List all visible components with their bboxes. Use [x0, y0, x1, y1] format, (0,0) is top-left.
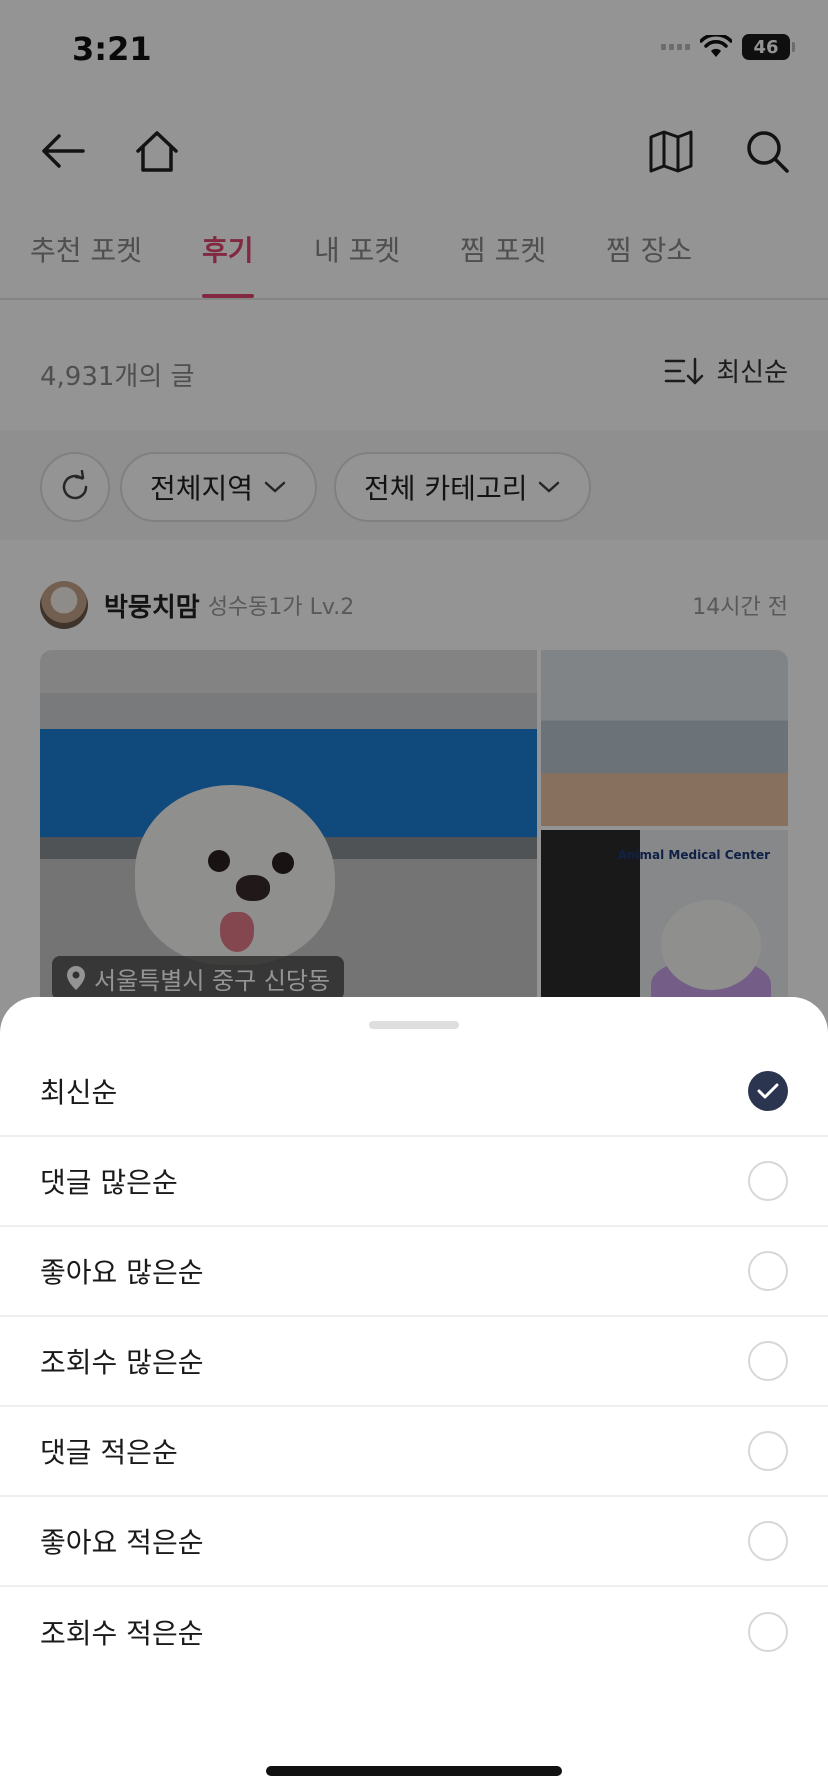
sort-option-label: 조회수 적은순	[40, 1617, 204, 1650]
home-indicator[interactable]	[266, 1766, 562, 1776]
sheet-handle[interactable]	[369, 1021, 459, 1029]
radio-icon	[748, 1431, 788, 1471]
sort-option-most-views[interactable]: 조회수 많은순	[0, 1317, 828, 1407]
sort-option-label: 좋아요 적은순	[40, 1526, 204, 1559]
sort-bottom-sheet: 최신순 댓글 많은순 좋아요 많은순 조회수 많은순 댓글 적은순 좋아요 적은…	[0, 997, 828, 1792]
check-icon	[748, 1071, 788, 1111]
sort-option-label: 조회수 많은순	[40, 1346, 204, 1379]
sort-option-most-comments[interactable]: 댓글 많은순	[0, 1137, 828, 1227]
radio-icon	[748, 1521, 788, 1561]
radio-icon	[748, 1341, 788, 1381]
radio-icon	[748, 1251, 788, 1291]
sort-option-fewest-likes[interactable]: 좋아요 적은순	[0, 1497, 828, 1587]
sort-option-label: 댓글 많은순	[40, 1166, 178, 1199]
sort-option-label: 좋아요 많은순	[40, 1256, 204, 1289]
sort-option-most-likes[interactable]: 좋아요 많은순	[0, 1227, 828, 1317]
sort-option-fewest-comments[interactable]: 댓글 적은순	[0, 1407, 828, 1497]
sort-option-label: 댓글 적은순	[40, 1436, 178, 1469]
radio-icon	[748, 1161, 788, 1201]
radio-icon	[748, 1612, 788, 1652]
sort-option-latest[interactable]: 최신순	[0, 1047, 828, 1137]
sort-option-fewest-views[interactable]: 조회수 적은순	[0, 1587, 828, 1677]
sort-option-label: 최신순	[40, 1076, 118, 1109]
